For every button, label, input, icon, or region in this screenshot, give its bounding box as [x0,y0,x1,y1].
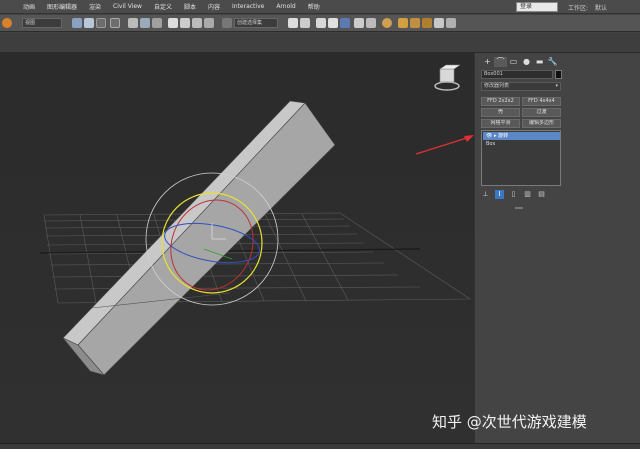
select-by-name-icon[interactable] [84,18,94,28]
hierarchy-tab-icon[interactable]: ▭ [507,57,520,67]
menu-rendering[interactable]: 渲染 [89,2,101,11]
rollout-divider[interactable] [515,207,523,209]
create-tab-icon[interactable]: + [481,57,494,67]
edit-poly-button[interactable]: 编辑多边形 [522,119,561,128]
perspective-viewport[interactable] [0,53,474,443]
menu-help[interactable]: 帮助 [308,2,320,11]
object-color-swatch[interactable] [555,70,562,79]
ribbon-icon[interactable] [340,18,350,28]
modify-tab-icon[interactable]: ⌒ [494,57,507,67]
motion-tab-icon[interactable]: ● [520,57,533,67]
workspace-select[interactable]: 默认 [595,3,607,12]
move-icon[interactable] [128,18,138,28]
window-crossing-icon[interactable] [110,18,120,28]
stack-tools: ⟂ I ▯ ▥ ▤ [481,190,551,200]
render-cloud-icon[interactable] [434,18,444,28]
edit-named-sets-icon[interactable] [222,18,232,28]
material-editor-icon[interactable] [382,18,392,28]
main-toolbar: 视图 创建选择集 [0,15,640,32]
render-icon[interactable] [422,18,432,28]
watermark-text: 知乎 @次世代游戏建模 [432,413,587,431]
align-icon[interactable] [300,18,310,28]
remove-modifier-icon[interactable]: ▥ [523,190,532,199]
selection-set-select[interactable]: 创建选择集 [234,18,278,28]
chevron-down-icon: ▾ [555,83,558,89]
show-end-result-icon[interactable]: I [495,190,504,199]
scale-icon[interactable] [152,18,162,28]
undo-icon[interactable] [2,18,12,28]
stack-item-box[interactable]: Box [483,140,560,148]
modifier-stack: 👁 ▸ 旋转 Box [481,130,561,186]
ffd-4x4x4-button[interactable]: FFD 4x4x4 [522,97,561,106]
home-grid [43,212,471,304]
schematic-view-icon[interactable] [366,18,376,28]
stack-item-rotate[interactable]: 👁 ▸ 旋转 [483,132,560,140]
layer-explorer-icon[interactable] [328,18,338,28]
modifier-list-label: 修改器列表 [484,83,510,89]
percent-snap-icon[interactable] [192,18,202,28]
menu-animation[interactable]: 动画 [23,2,35,11]
render-active-icon[interactable] [446,18,456,28]
pin-stack-icon[interactable]: ⟂ [481,190,490,199]
workspace-label: 工作区: [568,5,589,12]
view-select[interactable]: 视图 [22,18,62,28]
make-unique-icon[interactable]: ▯ [509,190,518,199]
configure-sets-icon[interactable]: ▤ [537,190,546,199]
ffd-2x2x2-button[interactable]: FFD 2x2x2 [481,97,520,106]
snap-icon[interactable] [168,18,178,28]
stack-item-label: Box [486,141,496,147]
menu-interactive[interactable]: Interactive [232,3,264,10]
render-setup-icon[interactable] [398,18,408,28]
menu-arnold[interactable]: Arnold [276,3,295,10]
display-tab-icon[interactable]: ▬ [533,57,546,67]
utilities-tab-icon[interactable]: 🔧 [546,57,559,67]
box-object [62,100,336,376]
expand-icon[interactable]: ▸ [494,133,497,139]
sign-in-field[interactable]: 登录 [516,2,558,12]
menu-civil-view[interactable]: Civil View [113,3,142,10]
stack-item-label: 旋转 [498,133,509,139]
meshsmooth-button[interactable]: 网格平滑 [481,119,520,128]
viewport-scene [39,64,474,376]
menu-bar: 动画 图形编辑器 渲染 Civil View 自定义 脚本 内容 Interac… [0,0,640,14]
rotate-icon[interactable] [140,18,150,28]
ribbon-area [0,33,640,53]
menu-customize[interactable]: 自定义 [154,2,172,11]
spinner-snap-icon[interactable] [204,18,214,28]
mirror-icon[interactable] [288,18,298,28]
object-name-field[interactable]: Box001 [481,70,553,79]
command-panel: + ⌒ ▭ ● ▬ 🔧 Box001 修改器列表 ▾ FFD 2x2x2 FFD… [474,53,640,443]
modifier-list-dropdown[interactable]: 修改器列表 ▾ [481,82,561,91]
menu-content[interactable]: 内容 [208,2,220,11]
select-object-icon[interactable] [72,18,82,28]
menu-scripting[interactable]: 脚本 [184,2,196,11]
scene-explorer-icon[interactable] [316,18,326,28]
transition-button[interactable]: 过渡 [522,108,561,117]
viewcube-icon [434,64,461,91]
annotation-arrow [415,135,474,155]
curve-editor-icon[interactable] [354,18,364,28]
render-frame-icon[interactable] [410,18,420,28]
rect-select-icon[interactable] [96,18,106,28]
menu-graph-editors[interactable]: 图形编辑器 [47,2,77,11]
shell-button[interactable]: 壳 [481,108,520,117]
command-panel-tabs: + ⌒ ▭ ● ▬ 🔧 [481,57,559,67]
timeline-bar[interactable] [0,443,640,449]
eye-icon[interactable]: 👁 [486,133,492,139]
angle-snap-icon[interactable] [180,18,190,28]
